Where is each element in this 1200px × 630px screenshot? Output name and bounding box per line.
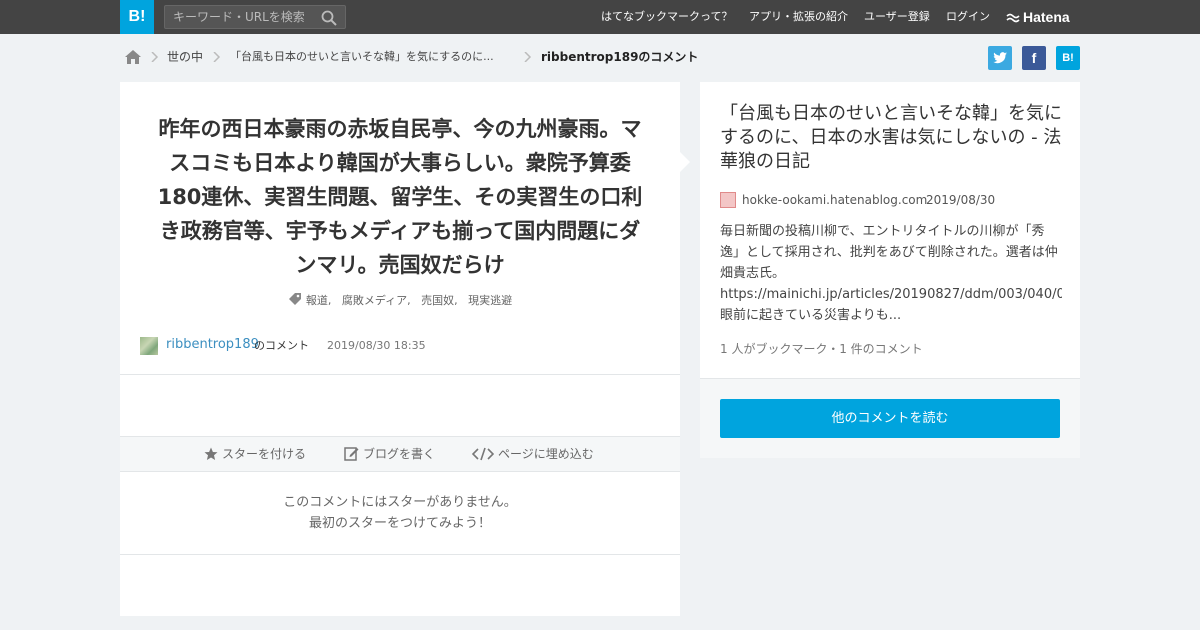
no-star-line: このコメントにはスターがありません。 <box>283 495 517 510</box>
facebook-share-button[interactable]: f <box>1022 46 1046 70</box>
summary-line: 逸」として採用され、批判をあびて削除された。選者は仲 <box>720 245 1058 260</box>
entry-panel-footer: 他のコメントを読む <box>700 378 1080 458</box>
nav-login[interactable]: ログイン <box>946 0 990 34</box>
code-icon <box>472 447 494 461</box>
hatena-brand[interactable]: Hatena <box>1006 0 1070 34</box>
tag-list: 報道, 腐敗メディア, 売国奴, 現実逃避 <box>120 292 680 308</box>
tag-item[interactable]: 現実逃避 <box>468 294 512 307</box>
chevron-right-icon <box>524 52 532 62</box>
add-star-label: スターを付ける <box>222 447 307 461</box>
comment-text: 昨年の西日本豪雨の赤坂自民亭、今の九州豪雨。マスコミも日本より韓国が大事らしい。… <box>157 117 643 277</box>
site-favicon <box>720 192 736 208</box>
comment-date[interactable]: 2019/08/30 18:35 <box>327 337 426 355</box>
entry-date: 2019/08/30 <box>926 193 996 207</box>
hatena-bookmark-logo[interactable]: B! <box>120 0 154 34</box>
hatena-mark-icon <box>1006 14 1020 23</box>
twitter-share-button[interactable] <box>988 46 1012 70</box>
bookmark-count[interactable]: 1 人がブックマーク・1 件のコメント <box>720 340 923 357</box>
hatena-share-button[interactable]: B! <box>1056 46 1080 70</box>
tag-item[interactable]: 報道 <box>306 294 328 307</box>
comment-actions: スターを付ける ブログを書く ページに埋め込む <box>120 436 680 472</box>
facebook-icon: f <box>1031 50 1037 66</box>
breadcrumb-current: ribbentrop189のコメント <box>541 50 699 64</box>
entry-summary: 毎日新聞の投稿川柳で、エントリタイトルの川柳が「秀 逸」として採用され、批判をあ… <box>720 221 1062 326</box>
breadcrumb-category[interactable]: 世の中 <box>167 44 203 70</box>
embed-label: ページに埋め込む <box>498 447 594 461</box>
write-blog-label: ブログを書く <box>363 447 436 461</box>
user-link[interactable]: ribbentrop189 <box>166 336 259 354</box>
read-other-comments-button[interactable]: 他のコメントを読む <box>720 399 1060 438</box>
search-placeholder: キーワード・URLを検索 <box>173 10 305 24</box>
entry-title-link[interactable]: 「台風も日本のせいと言いそな韓」を気にするのに、日本の水害は気にしないの - 法… <box>720 102 1065 174</box>
search-icon[interactable] <box>321 10 337 26</box>
avatar[interactable] <box>140 337 158 355</box>
chevron-right-icon <box>151 52 159 62</box>
search-input[interactable]: キーワード・URLを検索 <box>164 5 346 29</box>
tag-item[interactable]: 腐敗メディア <box>342 294 407 307</box>
tag-icon <box>288 293 301 305</box>
embed-button[interactable]: ページに埋め込む <box>472 437 594 471</box>
divider <box>120 374 680 375</box>
no-star-line: 最初のスターをつけてみよう！ <box>308 516 491 531</box>
summary-line: https://mainichi.jp/articles/20190827/dd… <box>720 287 1062 302</box>
write-blog-button[interactable]: ブログを書く <box>344 437 435 471</box>
hatena-bookmark-icon: B! <box>1062 52 1074 64</box>
home-icon[interactable] <box>124 48 142 66</box>
no-star-message: このコメントにはスターがありません。 最初のスターをつけてみよう！ <box>120 492 680 534</box>
panel-pointer <box>680 152 690 172</box>
nav-register[interactable]: ユーザー登録 <box>864 0 930 34</box>
add-star-button[interactable]: スターを付ける <box>204 437 306 471</box>
chevron-right-icon <box>213 52 221 62</box>
star-icon <box>204 447 218 460</box>
edit-icon <box>344 447 359 461</box>
summary-line: 毎日新聞の投稿川柳で、エントリタイトルの川柳が「秀 <box>720 224 1045 239</box>
user-suffix: のコメント <box>254 339 309 352</box>
breadcrumb-entry[interactable]: 「台風も日本のせいと言いそな韓」を気にするのに... <box>230 44 494 70</box>
comment-panel: 昨年の西日本豪雨の赤坂自民亭、今の九州豪雨。マスコミも日本より韓国が大事らしい。… <box>120 82 680 616</box>
entry-panel: 「台風も日本のせいと言いそな韓」を気にするのに、日本の水害は気にしないの - 法… <box>700 82 1080 458</box>
hatena-brand-label: Hatena <box>1023 9 1070 25</box>
divider <box>120 554 680 555</box>
summary-line: 眼前に起きている災害よりも... <box>720 308 902 323</box>
summary-line: 畑貴志氏。 <box>720 266 786 281</box>
tag-item[interactable]: 売国奴 <box>421 294 454 307</box>
nav-apps[interactable]: アプリ・拡張の紹介 <box>749 0 848 34</box>
entry-domain[interactable]: hokke-ookami.hatenablog.com <box>742 192 927 208</box>
top-bar: B! キーワード・URLを検索 はてなブックマークって？ アプリ・拡張の紹介 ユ… <box>0 0 1200 34</box>
breadcrumb: 世の中 「台風も日本のせいと言いそな韓」を気にするのに... ribbentro… <box>120 44 820 70</box>
twitter-icon <box>993 52 1007 64</box>
nav-about[interactable]: はてなブックマークって？ <box>601 0 732 34</box>
